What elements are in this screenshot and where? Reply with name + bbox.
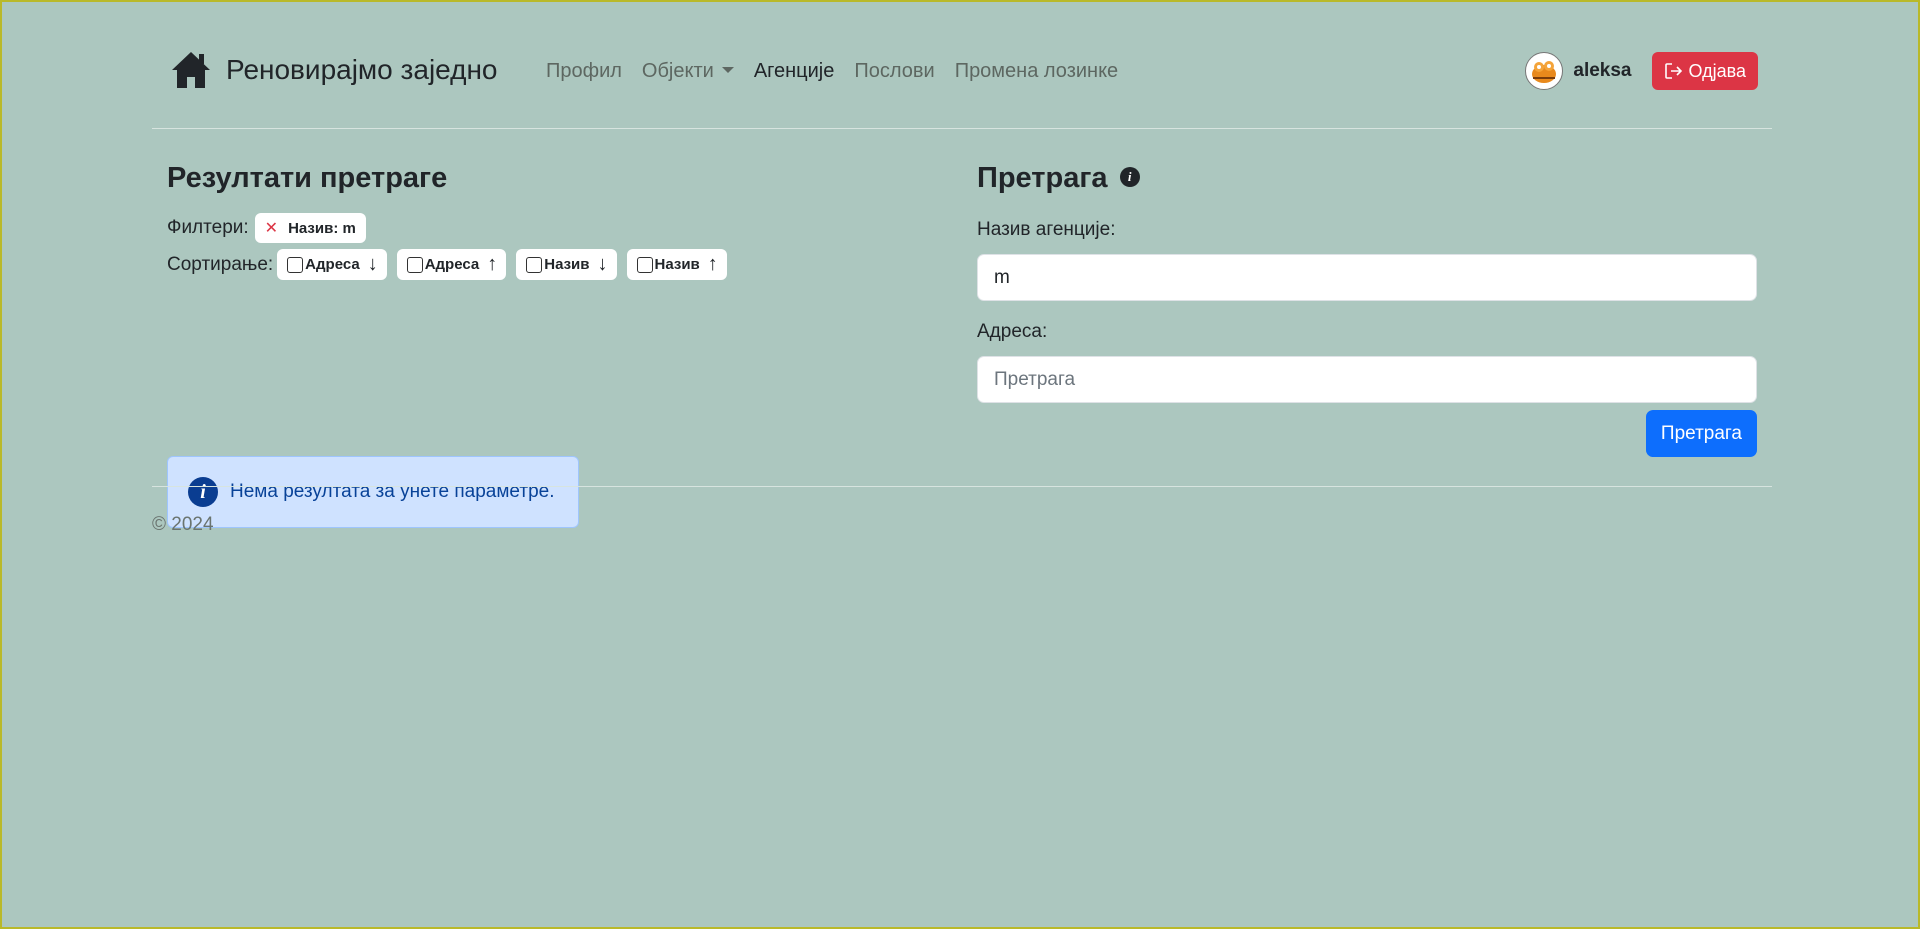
footer-divider [152,486,1772,487]
results-title: Резултати претраге [167,162,448,194]
avatar[interactable] [1525,52,1564,90]
avatar-image-icon [1532,61,1557,83]
sort-name-asc[interactable]: Назив ↑ [626,249,727,280]
nav-item-jobs[interactable]: Послови [854,60,934,83]
arrow-up-icon: ↑ [707,253,718,275]
nav-item-profile[interactable]: Профил [546,60,622,83]
info-icon[interactable]: i [1119,167,1140,188]
nav-links: Профил Објекти Агенције Послови Промена … [546,60,1138,83]
navbar: Реновирајмо заједно Профил Објекти Агенц… [152,2,1772,129]
sort-option-label: Назив [544,256,590,273]
logout-icon [1664,63,1682,79]
sort-checkbox[interactable] [636,256,653,273]
agency-name-input[interactable] [977,254,1757,301]
logout-label: Одјава [1688,60,1747,81]
sort-checkbox[interactable] [526,256,543,273]
sort-row: Сортирање: Адреса ↓ Адреса ↑ Назив ↓ Наз… [167,249,897,280]
search-title: Претрага i [977,162,1757,195]
sort-option-label: Назив [654,256,700,273]
brand[interactable]: Реновирајмо заједно [170,50,498,90]
sort-address-asc[interactable]: Адреса ↑ [396,249,507,280]
nav-item-agencies[interactable]: Агенције [754,60,835,83]
arrow-down-icon: ↓ [367,253,378,275]
logout-button[interactable]: Одјава [1651,52,1758,90]
sort-address-desc[interactable]: Адреса ↓ [277,249,387,280]
user-menu: aleksa Одјава [1525,52,1758,90]
search-section: Претрага i Назив агенције: Адреса: Претр… [977,162,1757,457]
address-input[interactable] [977,356,1757,403]
close-icon[interactable]: ✕ [265,218,278,238]
search-button[interactable]: Претрага [1645,410,1757,457]
arrow-down-icon: ↓ [597,253,608,275]
brand-title: Реновирајмо заједно [226,54,498,85]
address-label: Адреса: [977,321,1048,342]
copyright: © 2024 [152,514,214,535]
filters-label: Филтери: [167,217,249,238]
username: aleksa [1573,60,1632,81]
nav-item-change-password[interactable]: Промена лозинке [955,60,1119,83]
search-title-text: Претрага [977,162,1108,194]
no-results-alert: i Нема резултата за унете параметре. [167,456,579,528]
nav-item-objects-label: Објекти [641,60,714,82]
nav-item-objects[interactable]: Објекти [642,60,734,83]
sort-option-label: Адреса [424,256,480,273]
filter-chip[interactable]: ✕ Назив: m [254,213,366,243]
no-results-message: Нема резултата за унете параметре. [230,481,555,502]
sort-label: Сортирање: [167,253,274,275]
agency-name-label: Назив агенције: [977,219,1116,240]
page-container: Реновирајмо заједно Профил Објекти Агенц… [152,2,1772,535]
sort-checkbox[interactable] [406,256,423,273]
filter-chip-label: Назив: m [288,219,356,237]
filters-row: Филтери: ✕ Назив: m [167,213,897,243]
chevron-down-icon [721,66,734,73]
arrow-up-icon: ↑ [487,253,498,275]
sort-checkbox[interactable] [287,256,304,273]
info-icon: i [188,477,218,507]
house-icon [172,52,210,88]
results-section: Резултати претраге Филтери: ✕ Назив: m С… [167,162,897,528]
sort-option-label: Адреса [305,256,360,273]
sort-name-desc[interactable]: Назив ↓ [516,249,617,280]
